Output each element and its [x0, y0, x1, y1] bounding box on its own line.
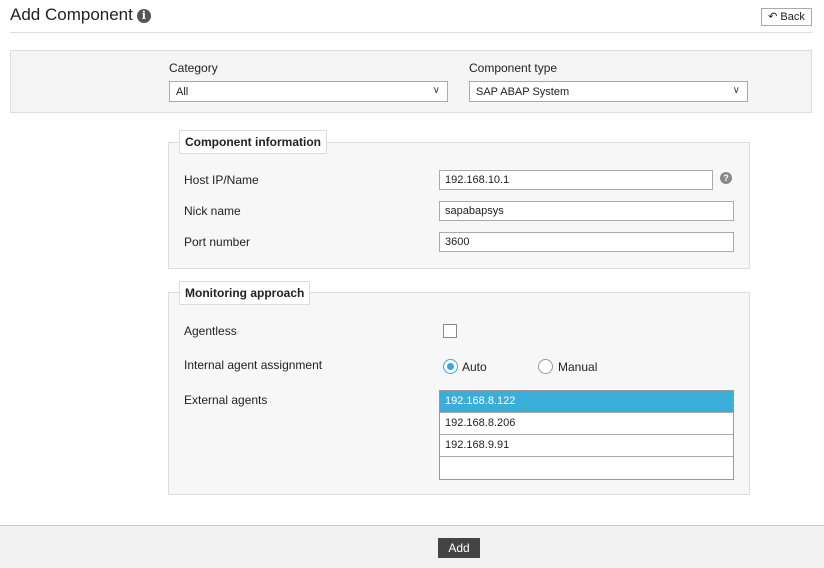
back-label: Back — [780, 11, 805, 23]
component-info-legend: Component information — [179, 130, 327, 154]
info-icon[interactable]: i — [136, 9, 151, 23]
divider — [10, 32, 812, 33]
agent-list-item[interactable]: 192.168.8.122 — [440, 391, 733, 413]
port-input[interactable]: 3600 — [439, 232, 734, 252]
category-value: All — [176, 86, 189, 98]
agent-list-item[interactable]: 192.168.9.91 — [440, 435, 733, 457]
chevron-down-icon: ∨ — [432, 85, 440, 96]
manual-radio[interactable] — [538, 359, 553, 374]
external-agents-list[interactable]: 192.168.8.122 192.168.8.206 192.168.9.91 — [439, 390, 734, 480]
host-input[interactable]: 192.168.10.1 — [439, 170, 713, 190]
nick-input[interactable]: sapabapsys — [439, 201, 734, 221]
component-type-label: Component type — [469, 61, 558, 75]
internal-agent-label: Internal agent assignment — [184, 358, 323, 372]
back-arrow-icon: ↶ — [768, 11, 778, 23]
category-select[interactable]: All ∨ — [169, 81, 448, 102]
agent-list-item[interactable]: 192.168.8.206 — [440, 413, 733, 435]
auto-label[interactable]: Auto — [462, 360, 487, 374]
page-title: Add Component i — [10, 5, 151, 25]
help-icon[interactable]: ? — [720, 172, 732, 184]
page-title-text: Add Component — [10, 5, 133, 24]
footer-bar — [0, 525, 824, 568]
agentless-checkbox[interactable] — [443, 324, 457, 338]
component-type-value: SAP ABAP System — [476, 86, 570, 98]
category-label: Category — [169, 61, 218, 75]
manual-label[interactable]: Manual — [558, 360, 597, 374]
nick-label: Nick name — [184, 204, 241, 218]
auto-radio[interactable] — [443, 359, 458, 374]
back-button[interactable]: ↶ Back — [761, 8, 812, 26]
host-label: Host IP/Name — [184, 173, 259, 187]
chevron-down-icon: ∨ — [732, 85, 740, 96]
external-agents-label: External agents — [184, 393, 268, 407]
agentless-label: Agentless — [184, 324, 237, 338]
monitoring-legend: Monitoring approach — [179, 281, 311, 305]
port-label: Port number — [184, 235, 251, 249]
component-type-select[interactable]: SAP ABAP System ∨ — [469, 81, 748, 102]
add-button[interactable]: Add — [438, 538, 480, 558]
